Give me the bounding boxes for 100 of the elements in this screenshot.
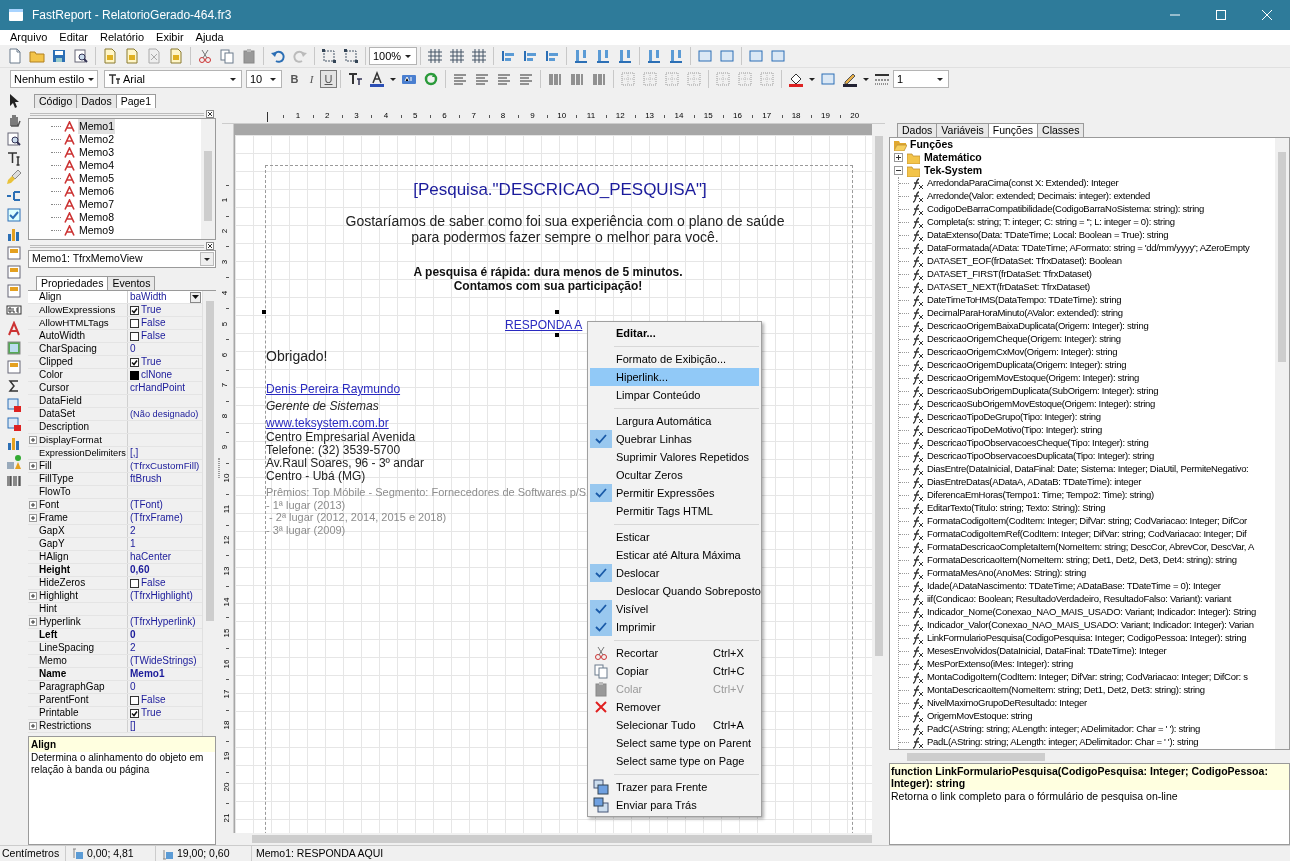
menu-item[interactable]: Arquivo bbox=[4, 30, 54, 45]
tab[interactable]: Código bbox=[34, 94, 78, 108]
tree-item[interactable]: EditarTexto(Titulo: string; Texto: String): String bbox=[927, 501, 1106, 516]
menu-item[interactable]: Exibir bbox=[150, 30, 190, 45]
checkbox[interactable] bbox=[130, 357, 139, 367]
close-icon[interactable] bbox=[206, 242, 214, 250]
dropdown-button[interactable] bbox=[190, 291, 201, 303]
checkbox-icon[interactable] bbox=[5, 207, 23, 223]
tab[interactable]: Variáveis bbox=[936, 123, 989, 137]
line-width-dropdown[interactable]: 1 bbox=[893, 70, 949, 88]
tab[interactable]: Dados bbox=[897, 123, 938, 137]
object-dropdown[interactable]: Memo1: TfrxMemoView bbox=[28, 250, 216, 268]
menu-item[interactable]: Esticar até Altura Máxima bbox=[590, 546, 759, 564]
property-value[interactable]: baWidth bbox=[130, 291, 167, 303]
selection-handle[interactable] bbox=[555, 333, 559, 337]
expand-icon[interactable] bbox=[894, 153, 903, 162]
menu-item[interactable]: Largura Automática bbox=[590, 412, 759, 430]
font-dropdown[interactable]: Arial bbox=[104, 70, 242, 88]
table-icon[interactable] bbox=[5, 416, 23, 432]
menu-item[interactable]: Quebrar Linhas bbox=[590, 430, 759, 448]
scrollbar[interactable] bbox=[202, 291, 216, 736]
menu-item[interactable]: Visível bbox=[590, 600, 759, 618]
tree-item[interactable]: DescricaoTipoDeGrupo(Tipo: Integer): string bbox=[927, 410, 1101, 425]
menu-item[interactable]: Suprimir Valores Repetidos bbox=[590, 448, 759, 466]
checkbox[interactable] bbox=[130, 695, 139, 705]
tree-item[interactable]: LinkFormularioPesquisa(CodigoPesquisa: Integer; CodigoPessoa: Integer): string bbox=[927, 631, 1247, 646]
text-tool-icon[interactable] bbox=[5, 150, 23, 166]
report-link[interactable]: www.teksystem.com.br bbox=[266, 414, 389, 432]
tree-item[interactable]: DescricaoOrigemMovEstoque(Origem: Integer): string bbox=[927, 371, 1140, 386]
selection-handle[interactable] bbox=[262, 310, 266, 314]
tree-item[interactable]: FormataDescricaoCompletaItem(NomeItem: string; DescCor, AbrevCor, DescVar, A bbox=[927, 540, 1255, 555]
tree-item[interactable]: Indicador_Nome(Conexao_NAO_MAIS_USADO: Variant; Indicador: Integer): String bbox=[927, 605, 1256, 620]
tree-item[interactable]: NivelMaximoGrupoDeResultado: Integer bbox=[927, 696, 1087, 711]
tree-item[interactable]: DATASET_NEXT(frDataSet: TfrxDataset) bbox=[927, 280, 1090, 295]
tree-item[interactable]: FormataCodigoItem(CodItem: Integer; DifVar: string; CodVariacao: Integer; DifCor bbox=[927, 514, 1247, 529]
report-link[interactable]: Denis Pereira Raymundo bbox=[266, 380, 401, 398]
tab[interactable]: Dados bbox=[76, 94, 117, 108]
menu-item[interactable]: Editar bbox=[53, 30, 95, 45]
format-button[interactable]: U bbox=[320, 70, 337, 88]
expand-icon[interactable] bbox=[29, 436, 37, 444]
tree-item[interactable]: MesesEnvolvidos(DataInicial, DataFinal: TDateTime): Integer bbox=[927, 644, 1167, 659]
menu-item[interactable]: Editar... bbox=[590, 324, 759, 342]
menu-item[interactable]: Hiperlink... bbox=[590, 368, 759, 386]
tree-item[interactable]: DATASET_EOF(frDataSet: TfrxDataset): Boolean bbox=[927, 254, 1122, 269]
menu-item[interactable]: Trazer para Frente bbox=[590, 778, 759, 796]
tab[interactable]: Propriedades bbox=[36, 276, 109, 290]
tab[interactable]: Page1 bbox=[115, 94, 156, 108]
style-dropdown[interactable]: Nenhum estilo bbox=[10, 70, 98, 88]
tree-item[interactable]: DescricaoOrigemCheque(Origem: Integer): string bbox=[927, 332, 1121, 347]
menu-item[interactable]: Ajuda bbox=[189, 30, 230, 45]
barcode-icon[interactable] bbox=[5, 473, 23, 489]
tree-item[interactable]: Arredonde(Valor: extended; Decimais: integer): extended bbox=[927, 189, 1151, 204]
scrollbar[interactable] bbox=[201, 119, 215, 239]
tree-item[interactable]: Indicador_Valor(Conexao_NAO_MAIS_USADO: Variant; Indicador: Integer): Varian bbox=[927, 618, 1254, 633]
expand-icon[interactable] bbox=[29, 618, 37, 626]
tree-item[interactable]: PadL(AString: string; ALength: integer; ADelimitador: Char = ' '): string bbox=[927, 735, 1199, 749]
tree-item[interactable]: DATASET_FIRST(frDataSet: TfrxDataset) bbox=[927, 267, 1092, 282]
tree-item[interactable]: DateTimeToHMS(DataTempo: TDateTime): string bbox=[927, 293, 1122, 308]
menu-item[interactable]: Select same type on Parent bbox=[590, 734, 759, 752]
checkbox[interactable] bbox=[130, 318, 139, 328]
expand-icon[interactable] bbox=[29, 462, 37, 470]
menu-item[interactable]: Permitir Expressões bbox=[590, 484, 759, 502]
menu-item[interactable]: Ocultar Zeros bbox=[590, 466, 759, 484]
tab[interactable]: Funções bbox=[987, 123, 1039, 137]
band-icon[interactable] bbox=[5, 245, 23, 261]
menu-item[interactable]: Enviar para Trás bbox=[590, 796, 759, 814]
tree-item[interactable]: Memo1 bbox=[78, 119, 115, 135]
tree-item[interactable]: DiferencaEmHoras(Tempo1: Time; Tempo2: Time): string) bbox=[927, 488, 1154, 503]
report-link[interactable]: RESPONDA A bbox=[505, 316, 583, 334]
checkbox[interactable] bbox=[130, 305, 139, 315]
expand-icon[interactable] bbox=[29, 514, 37, 522]
menu-item[interactable]: Recortar Ctrl+X bbox=[590, 644, 759, 662]
tree-item[interactable]: DiasEntreDatas(ADataA, ADataB: TDateTime): integer bbox=[927, 475, 1142, 490]
menu-item[interactable]: Remover bbox=[590, 698, 759, 716]
expand-icon[interactable] bbox=[29, 592, 37, 600]
tree-item[interactable]: DiasEntre(DataInicial, DataFinal: Date; Sistema: Integer; DiaUtil, PermiteNegativo: bbox=[927, 462, 1249, 477]
tree-item[interactable]: PadC(AString: string; ALength: integer; ADelimitador: Char = ' '): string bbox=[927, 722, 1200, 737]
tree-item[interactable]: MontaDescricaoItem(NomeItem: string; Det1, Det2, Det3: string): string bbox=[927, 683, 1205, 698]
menu-item[interactable]: Relatório bbox=[94, 30, 151, 45]
tree-item[interactable]: DescricaoTipoObservacoesDuplicata(Tipo: Integer): string bbox=[927, 449, 1154, 464]
tree-item[interactable]: DataFormatada(AData: TDateTime; AFormato: string = 'dd/mm/yyyy'; AZeroEmpty bbox=[927, 241, 1250, 256]
tree-item[interactable]: FormataMesAno(AnoMes: String): string bbox=[927, 566, 1086, 581]
tree-item[interactable]: DescricaoOrigemBaixaDuplicata(Origem: Integer): string bbox=[927, 319, 1149, 334]
shapes-icon[interactable] bbox=[5, 454, 23, 470]
tree-item[interactable]: DescricaoOrigemCxMov(Origem: Integer): string bbox=[927, 345, 1118, 360]
menu-item[interactable]: Limpar Conteúdo bbox=[590, 386, 759, 404]
tree-item[interactable]: OrigemMovEstoque: string bbox=[927, 709, 1033, 724]
scrollbar[interactable] bbox=[1275, 138, 1289, 749]
menu-item[interactable]: Imprimir bbox=[590, 618, 759, 636]
menu-item[interactable]: Copiar Ctrl+C bbox=[590, 662, 759, 680]
tree-item[interactable]: FormataCodigoItemRef(CodItem: Integer; DifVar: string; CodVariacao: Integer; Dif bbox=[927, 527, 1247, 542]
collapse-icon[interactable] bbox=[894, 166, 903, 175]
tree-item[interactable]: DecimalParaHoraMinuto(AValor: extended): string bbox=[927, 306, 1123, 321]
tree-item[interactable]: DescricaoTipoDeMotivo(Tipo: Integer): string bbox=[927, 423, 1103, 438]
ole-icon[interactable] bbox=[5, 302, 23, 318]
tree-item[interactable]: MesPorExtenso(iMes: Integer): string bbox=[927, 657, 1073, 672]
tree-item[interactable]: DescricaoTipoObservacoesCheque(Tipo: Integer): string bbox=[927, 436, 1149, 451]
zoom-icon[interactable] bbox=[5, 131, 23, 147]
tree-item[interactable]: Idade(ADataNascimento: TDateTime; ADataBase: TDateTime = 0): Integer bbox=[927, 579, 1221, 594]
tree-item[interactable]: ArredondaParaCima(const X: Extended): Integer bbox=[927, 176, 1119, 191]
